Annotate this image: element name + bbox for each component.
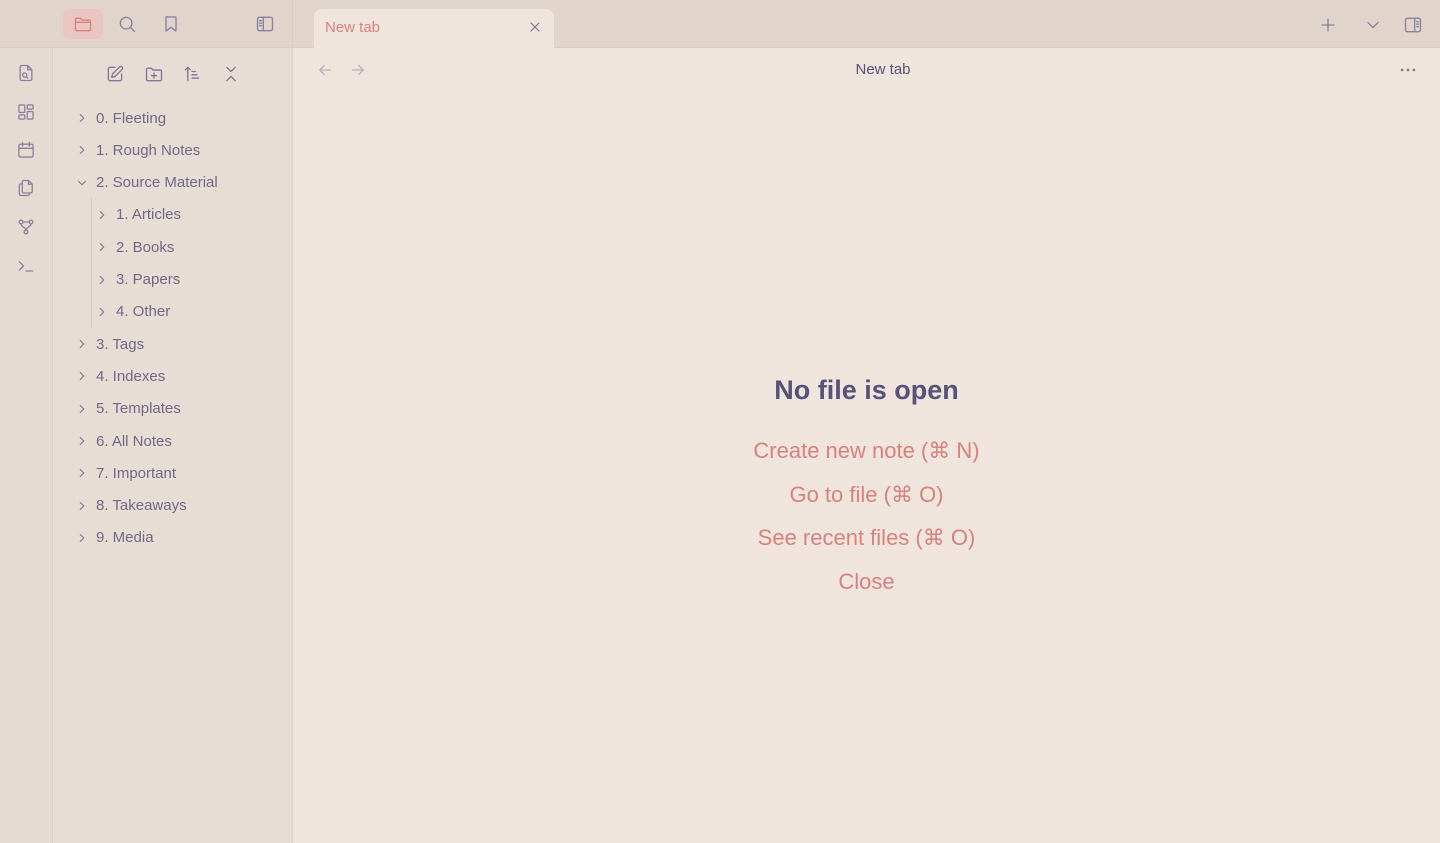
collapse-all-button[interactable] [218, 61, 244, 87]
more-horizontal-icon [1400, 68, 1416, 72]
file-explorer: 0. Fleeting 1. Rough Notes 2. Source Mater… [53, 48, 293, 843]
subfolder-item[interactable]: 2. Books [94, 234, 174, 260]
search-icon [119, 16, 136, 33]
folder-item[interactable]: 7. Important [74, 460, 176, 486]
folder-label: 6. All Notes [96, 432, 172, 450]
see-recent-files-link[interactable]: See recent files (⌘ O) [293, 516, 1440, 560]
files-tab-button[interactable] [63, 9, 103, 39]
chevron-right-icon [74, 401, 90, 417]
folder-item[interactable]: 6. All Notes [74, 428, 172, 454]
folder-label: 8. Takeaways [96, 497, 187, 515]
terminal-icon [18, 261, 34, 272]
empty-state-actions: Create new note (⌘ N) Go to file (⌘ O) S… [293, 429, 1440, 603]
folder-item[interactable]: 5. Templates [74, 396, 181, 422]
folder-label: 2. Source Material [96, 174, 218, 192]
tab-close-button[interactable] [526, 18, 544, 36]
folder-label: 0. Fleeting [96, 109, 167, 127]
chevron-right-icon [94, 239, 110, 255]
create-new-note-link[interactable]: Create new note (⌘ N) [293, 429, 1440, 473]
folder-label: 4. Indexes [96, 367, 166, 385]
title-bar: New tab [0, 0, 1440, 48]
terminal-button[interactable] [13, 253, 39, 279]
folder-item[interactable]: 2. Source Material [74, 170, 218, 196]
chevron-right-icon [74, 110, 90, 126]
folder-label: 4. Other [116, 303, 171, 321]
chevron-right-icon [94, 207, 110, 223]
copy-icon [18, 179, 33, 197]
more-options-button[interactable] [1396, 58, 1420, 82]
folder-item[interactable]: 8. Takeaways [74, 493, 187, 519]
close-link[interactable]: Close [293, 560, 1440, 604]
tab-list-button[interactable] [1360, 12, 1386, 38]
templates-button[interactable] [13, 175, 39, 201]
empty-state-heading: No file is open [774, 375, 959, 405]
new-folder-icon [145, 67, 163, 82]
app-window: New tab 0. Fleeting 1. Rough Notes 2. So… [0, 0, 1440, 843]
subfolder-item[interactable]: 3. Papers [94, 267, 180, 293]
canvas-button[interactable] [13, 99, 39, 125]
main-pane: New tab No file is open Create new note … [293, 48, 1440, 843]
ribbon [0, 48, 53, 843]
folder-label: 9. Media [96, 529, 154, 547]
collapse-all-icon [226, 66, 236, 82]
subfolder-item[interactable]: 1. Articles [94, 202, 181, 228]
sort-icon [184, 66, 200, 82]
graph-icon [18, 219, 34, 235]
chevron-down-icon [74, 175, 90, 191]
indent-guide [91, 198, 92, 328]
new-note-icon [107, 65, 124, 82]
chevron-right-icon [74, 498, 90, 514]
folder-item[interactable]: 1. Rough Notes [74, 137, 200, 163]
tab-title: New tab [325, 19, 381, 36]
graph-view-button[interactable] [13, 214, 39, 240]
chevron-right-icon [74, 433, 90, 449]
new-folder-button[interactable] [141, 61, 167, 87]
folder-item[interactable]: 3. Tags [74, 331, 144, 357]
dashboard-icon [18, 104, 34, 120]
empty-state: No file is open Create new note (⌘ N) Go… [293, 366, 1440, 603]
view-title: New tab [855, 61, 911, 78]
collapse-left-sidebar-button[interactable] [245, 9, 285, 39]
go-to-file-link[interactable]: Go to file (⌘ O) [293, 473, 1440, 517]
folder-item[interactable]: 4. Indexes [74, 363, 165, 389]
folder-label: 5. Templates [96, 400, 181, 418]
left-sidebar-tabs [0, 0, 293, 48]
folder-label: 3. Papers [116, 271, 181, 288]
folder-label: 1. Rough Notes [96, 141, 201, 159]
folder-label: 1. Articles [116, 206, 182, 224]
open-quick-switcher-icon [19, 64, 33, 82]
new-note-button[interactable] [102, 61, 128, 87]
plus-icon [1321, 18, 1335, 32]
tab-new-tab[interactable]: New tab [314, 9, 554, 48]
folder-label: 7. Important [96, 464, 177, 482]
chevron-down-icon [1367, 21, 1379, 29]
new-tab-button[interactable] [1315, 12, 1341, 38]
right-sidebar-icon [1404, 17, 1422, 33]
bookmark-icon [165, 16, 177, 32]
folder-label: 2. Books [116, 238, 175, 256]
close-icon [530, 22, 540, 32]
sort-button[interactable] [179, 61, 205, 87]
chevron-right-icon [94, 304, 110, 320]
folder-item[interactable]: 0. Fleeting [74, 105, 166, 131]
folder-item[interactable]: 9. Media [74, 525, 154, 551]
chevron-right-icon [74, 530, 90, 546]
daily-note-button[interactable] [13, 137, 39, 163]
toggle-right-sidebar-button[interactable] [1400, 12, 1426, 38]
chevron-right-icon [74, 465, 90, 481]
quick-switcher-button[interactable] [13, 60, 39, 86]
calendar-icon [18, 141, 34, 158]
chevron-right-icon [74, 368, 90, 384]
chevron-right-icon [74, 336, 90, 352]
chevron-right-icon [74, 142, 90, 158]
search-tab-button[interactable] [107, 9, 147, 39]
bookmarks-tab-button[interactable] [151, 9, 191, 39]
folder-label: 3. Tags [96, 335, 145, 353]
folder-icon [74, 17, 92, 32]
subfolder-item[interactable]: 4. Other [94, 299, 170, 325]
chevron-right-icon [94, 272, 110, 288]
sidebar-toggle-icon [256, 16, 274, 32]
